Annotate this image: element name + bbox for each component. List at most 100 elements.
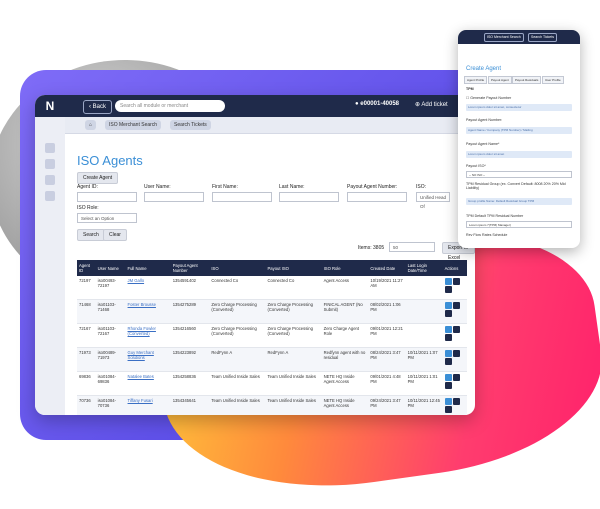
view-icon[interactable] xyxy=(444,302,452,309)
add-ticket-button[interactable]: ⊕ Add ticket xyxy=(415,101,448,108)
per-page-select[interactable]: 50 xyxy=(389,242,435,252)
edit-icon[interactable] xyxy=(452,374,460,381)
link-icon[interactable] xyxy=(444,310,452,317)
link-icon[interactable] xyxy=(444,382,452,389)
cell-agent-id: 71973 xyxy=(77,347,96,372)
full-name-link[interactable]: Guy Merchant Solutions xyxy=(125,347,171,372)
panel-iso-search-button[interactable]: ISO Merchant Search xyxy=(484,33,524,42)
col-full-name[interactable]: Full Name xyxy=(125,260,171,276)
full-name-link[interactable]: Natalee Bates xyxy=(125,371,171,396)
link-icon[interactable] xyxy=(444,334,452,341)
clear-button[interactable]: Clear xyxy=(103,229,127,241)
payout-agent-number-input[interactable] xyxy=(347,192,407,202)
cell-iso-role: NETE HQ Inside Agent Access xyxy=(321,395,369,415)
cell-actions xyxy=(442,323,467,348)
view-icon[interactable] xyxy=(444,374,452,381)
edit-icon[interactable] xyxy=(452,302,460,309)
home-icon[interactable] xyxy=(45,143,55,153)
search-button[interactable]: Search xyxy=(77,229,105,241)
panel-tab-user-profile[interactable]: User Profile xyxy=(542,76,564,84)
cell-iso-role: Zero Charge Agent Role xyxy=(321,323,369,348)
cell-payout-number: 1354216560 xyxy=(170,323,210,348)
cell-payout-iso: Zero Charge Processing (Converted) xyxy=(265,299,322,324)
panel-tab-payout-agent[interactable]: Payout Agent xyxy=(488,76,512,84)
edit-icon[interactable] xyxy=(452,398,460,405)
user-name-label: User Name: xyxy=(144,184,171,190)
users-icon[interactable] xyxy=(45,159,55,169)
items-count: Items: 3805 xyxy=(358,245,385,251)
cell-payout-number: 1354275289 xyxy=(170,299,210,324)
back-button[interactable]: ‹ Back xyxy=(83,100,113,114)
cell-created-date: 09/01/2021 12:21 PM xyxy=(368,323,406,348)
add-ticket-label: Add ticket xyxy=(421,102,448,108)
col-payout-iso[interactable]: Payout ISO xyxy=(265,260,322,276)
payout-agent-name-field[interactable]: Lorem ipsum dolor sit amet xyxy=(466,151,572,158)
col-payout-agent-number[interactable]: Payout Agent Number xyxy=(170,260,210,276)
chart-icon[interactable] xyxy=(45,175,55,185)
last-name-input[interactable] xyxy=(279,192,339,202)
col-created-date[interactable]: Created Date xyxy=(368,260,406,276)
edit-icon[interactable] xyxy=(452,278,460,285)
table-row: 72197 iso00493-72197 JM Gallo 1354591402… xyxy=(77,276,467,300)
residual-group-field[interactable]: Group profile Name: Default Residual Gro… xyxy=(466,198,572,205)
agent-id-input[interactable] xyxy=(77,192,137,202)
first-name-input[interactable] xyxy=(212,192,272,202)
panel-field-1[interactable]: Lorem ipsum dolor sit amet, consectetur xyxy=(466,104,572,111)
cell-payout-iso: RedFynn A xyxy=(265,347,322,372)
edit-icon[interactable] xyxy=(452,350,460,357)
iso-merchant-search-button[interactable]: ISO Merchant Search xyxy=(105,120,162,130)
col-user-name[interactable]: User Name xyxy=(95,260,126,276)
cell-iso: Zero Charge Processing (Converted) xyxy=(209,323,266,348)
edit-icon[interactable] xyxy=(452,326,460,333)
cell-last-login: 10/11/2021 12:45 PM xyxy=(405,395,443,415)
panel-search-tickets-button[interactable]: Search Tickets xyxy=(528,33,557,42)
panel-tab-agent-profile[interactable]: Agent Profile xyxy=(464,76,488,84)
cell-iso-role: FINICAL AGENT (No Submit) xyxy=(321,299,369,324)
payout-agent-number-field[interactable]: Agent Name / Company (TPM Number) / Mail… xyxy=(466,127,572,134)
generate-payout-checkbox[interactable]: ☐ Generate Payout Number xyxy=(466,96,511,100)
user-name-input[interactable] xyxy=(144,192,204,202)
panel-tab-payout-residuals[interactable]: Payout Residuals xyxy=(512,76,542,84)
search-tickets-button[interactable]: Search Tickets xyxy=(170,120,211,130)
iso-select[interactable]: Unified Head Of xyxy=(416,192,450,209)
app-logo[interactable]: N xyxy=(35,95,65,117)
full-name-link[interactable]: Rhonda Fowler (Converted) xyxy=(125,323,171,348)
top-navigation-bar: ‹ Back Search all module or merchant ● e… xyxy=(65,95,475,117)
cell-last-login: 10/11/2021 1:07 PM xyxy=(405,347,443,372)
rev-flow-label: Rev Flow Rates Schedule xyxy=(466,233,508,237)
col-agent-id[interactable]: Agent ID xyxy=(77,260,96,276)
col-iso[interactable]: ISO xyxy=(209,260,266,276)
create-agent-button[interactable]: Create Agent xyxy=(77,172,119,184)
cell-payout-iso: Team Unified Inside Sales xyxy=(265,395,322,415)
account-label: e00001-40058 xyxy=(360,101,400,107)
cell-actions xyxy=(442,276,467,300)
cell-actions xyxy=(442,395,467,415)
cell-created-date: 08/02/2021 1:06 PM xyxy=(368,299,406,324)
cell-last-login xyxy=(405,299,443,324)
iso-role-select[interactable]: Select an Option xyxy=(77,213,137,223)
cell-iso-role: NETE HQ Inside Agent Access xyxy=(321,371,369,396)
payout-iso-select[interactable]: -- NO ISO -- xyxy=(466,171,572,178)
view-icon[interactable] xyxy=(444,326,452,333)
account-number[interactable]: ● e00001-40058 xyxy=(355,101,399,107)
cell-payout-number: 1354223892 xyxy=(170,347,210,372)
full-name-link[interactable]: JM Gallo xyxy=(125,276,171,300)
link-icon[interactable] xyxy=(444,406,452,413)
view-icon[interactable] xyxy=(444,278,452,285)
global-search-input[interactable]: Search all module or merchant xyxy=(115,100,225,112)
sub-home-pill[interactable]: ⌂ xyxy=(85,120,97,130)
cell-agent-id: 72167 xyxy=(77,323,96,348)
cell-payout-number: 1354258836 xyxy=(170,371,210,396)
table-row: 71468 iso01103-71468 Foster Brousse 1354… xyxy=(77,299,467,324)
full-name-link[interactable]: Tiffany Fusari xyxy=(125,395,171,415)
default-residual-select[interactable]: Lorem ipsum 7(TPM) Manager) xyxy=(466,221,572,228)
col-last-login[interactable]: Last Login Date/Time xyxy=(405,260,443,276)
col-iso-role[interactable]: ISO Role xyxy=(321,260,369,276)
view-icon[interactable] xyxy=(444,398,452,405)
settings-icon[interactable] xyxy=(45,191,55,201)
link-icon[interactable] xyxy=(444,358,452,365)
last-name-label: Last Name: xyxy=(279,184,305,190)
full-name-link[interactable]: Foster Brousse xyxy=(125,299,171,324)
view-icon[interactable] xyxy=(444,350,452,357)
link-icon[interactable] xyxy=(444,286,452,293)
